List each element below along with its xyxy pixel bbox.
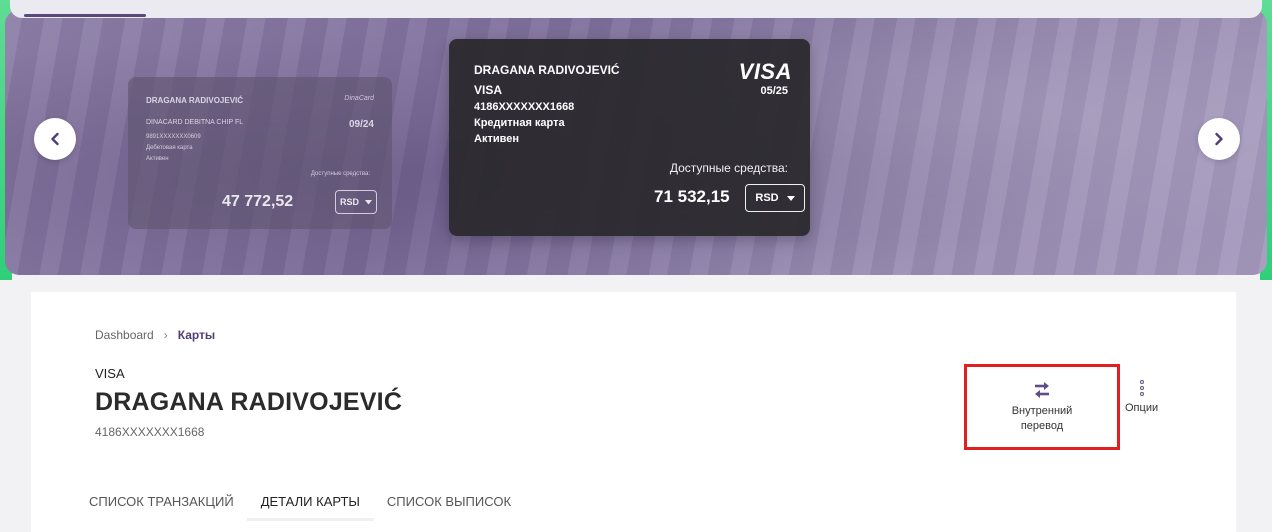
caret-down-icon bbox=[365, 199, 372, 204]
currency-select[interactable]: RSD bbox=[745, 184, 805, 212]
card-product-name: DINACARD DEBITNA CHIP FL bbox=[146, 119, 244, 126]
caret-down-icon bbox=[786, 195, 795, 201]
currency-value: RSD bbox=[755, 192, 779, 204]
breadcrumb-dashboard-link[interactable]: Dashboard bbox=[95, 328, 154, 342]
page-title: DRAGANA RADIVOJEVIĆ bbox=[95, 388, 403, 416]
chevron-right-icon bbox=[1215, 132, 1223, 146]
chevron-left-icon bbox=[51, 132, 59, 146]
chevron-right-icon: › bbox=[163, 328, 168, 342]
available-amount: 71 532,15 bbox=[654, 187, 730, 206]
tab-card-details[interactable]: ДЕТАЛИ КАРТЫ bbox=[246, 490, 375, 521]
tab-transactions[interactable]: СПИСОК ТРАНЗАКЦИЙ bbox=[89, 490, 234, 513]
card-type: Кредитная карта bbox=[474, 117, 565, 129]
available-amount: 47 772,52 bbox=[222, 193, 294, 210]
available-funds-label: Доступные средства: bbox=[669, 161, 788, 175]
currency-value: RSD bbox=[339, 197, 359, 207]
available-funds-label: Доступные средства: bbox=[310, 171, 370, 177]
options-label: Опции bbox=[1125, 402, 1159, 414]
card-expiry: 05/25 bbox=[760, 85, 788, 97]
currency-select[interactable]: RSD bbox=[335, 190, 377, 214]
cards-carousel-banner: DRAGANA RADIVOJEVIĆ DINACARD DEBITNA CHI… bbox=[5, 10, 1267, 275]
card-status: Активен bbox=[146, 156, 169, 162]
card-expiry: 09/24 bbox=[348, 119, 374, 130]
carousel-next-button[interactable] bbox=[1198, 118, 1240, 160]
masked-card-number: 4186XXXXXXX1668 bbox=[95, 425, 205, 439]
internal-transfer-button[interactable]: Внутренний перевод bbox=[964, 364, 1120, 450]
card-tile-dinacard[interactable]: DRAGANA RADIVOJEVIĆ DINACARD DEBITNA CHI… bbox=[128, 77, 392, 229]
card-number: 9891XXXXXXX0609 bbox=[146, 134, 201, 140]
card-status: Активен bbox=[474, 133, 519, 145]
tab-statements[interactable]: СПИСОК ВЫПИСОК bbox=[387, 490, 511, 513]
breadcrumb: Dashboard › Карты bbox=[95, 328, 215, 342]
card-product-label: VISA bbox=[95, 366, 125, 381]
vertical-dots-icon bbox=[1139, 380, 1144, 396]
dinacard-logo: DinaCard bbox=[344, 95, 374, 102]
card-holder-name: DRAGANA RADIVOJEVIĆ bbox=[146, 96, 244, 105]
card-details-panel: Dashboard › Карты VISA DRAGANA RADIVOJEV… bbox=[31, 292, 1236, 532]
card-tile-visa[interactable]: DRAGANA RADIVOJEVIĆ VISA 4186XXXXXXX1668… bbox=[449, 39, 810, 236]
details-tabs: СПИСОК ТРАНЗАКЦИЙ ДЕТАЛИ КАРТЫ СПИСОК ВЫ… bbox=[89, 490, 538, 521]
breadcrumb-current: Карты bbox=[177, 328, 216, 342]
carousel-prev-button[interactable] bbox=[34, 118, 76, 160]
transfer-arrows-icon bbox=[1035, 382, 1049, 398]
card-type: Дебетовая карта bbox=[146, 145, 193, 151]
card-holder-name: DRAGANA RADIVOJEVIĆ bbox=[474, 63, 620, 77]
visa-logo: VISA bbox=[738, 59, 792, 84]
options-button[interactable]: Опции bbox=[1125, 380, 1158, 414]
internal-transfer-label: Внутренний перевод bbox=[1011, 405, 1073, 432]
card-product-name: VISA bbox=[474, 83, 503, 97]
top-tab-bar bbox=[10, 0, 1262, 18]
active-tab-indicator bbox=[24, 14, 146, 17]
card-number: 4186XXXXXXX1668 bbox=[474, 101, 575, 113]
